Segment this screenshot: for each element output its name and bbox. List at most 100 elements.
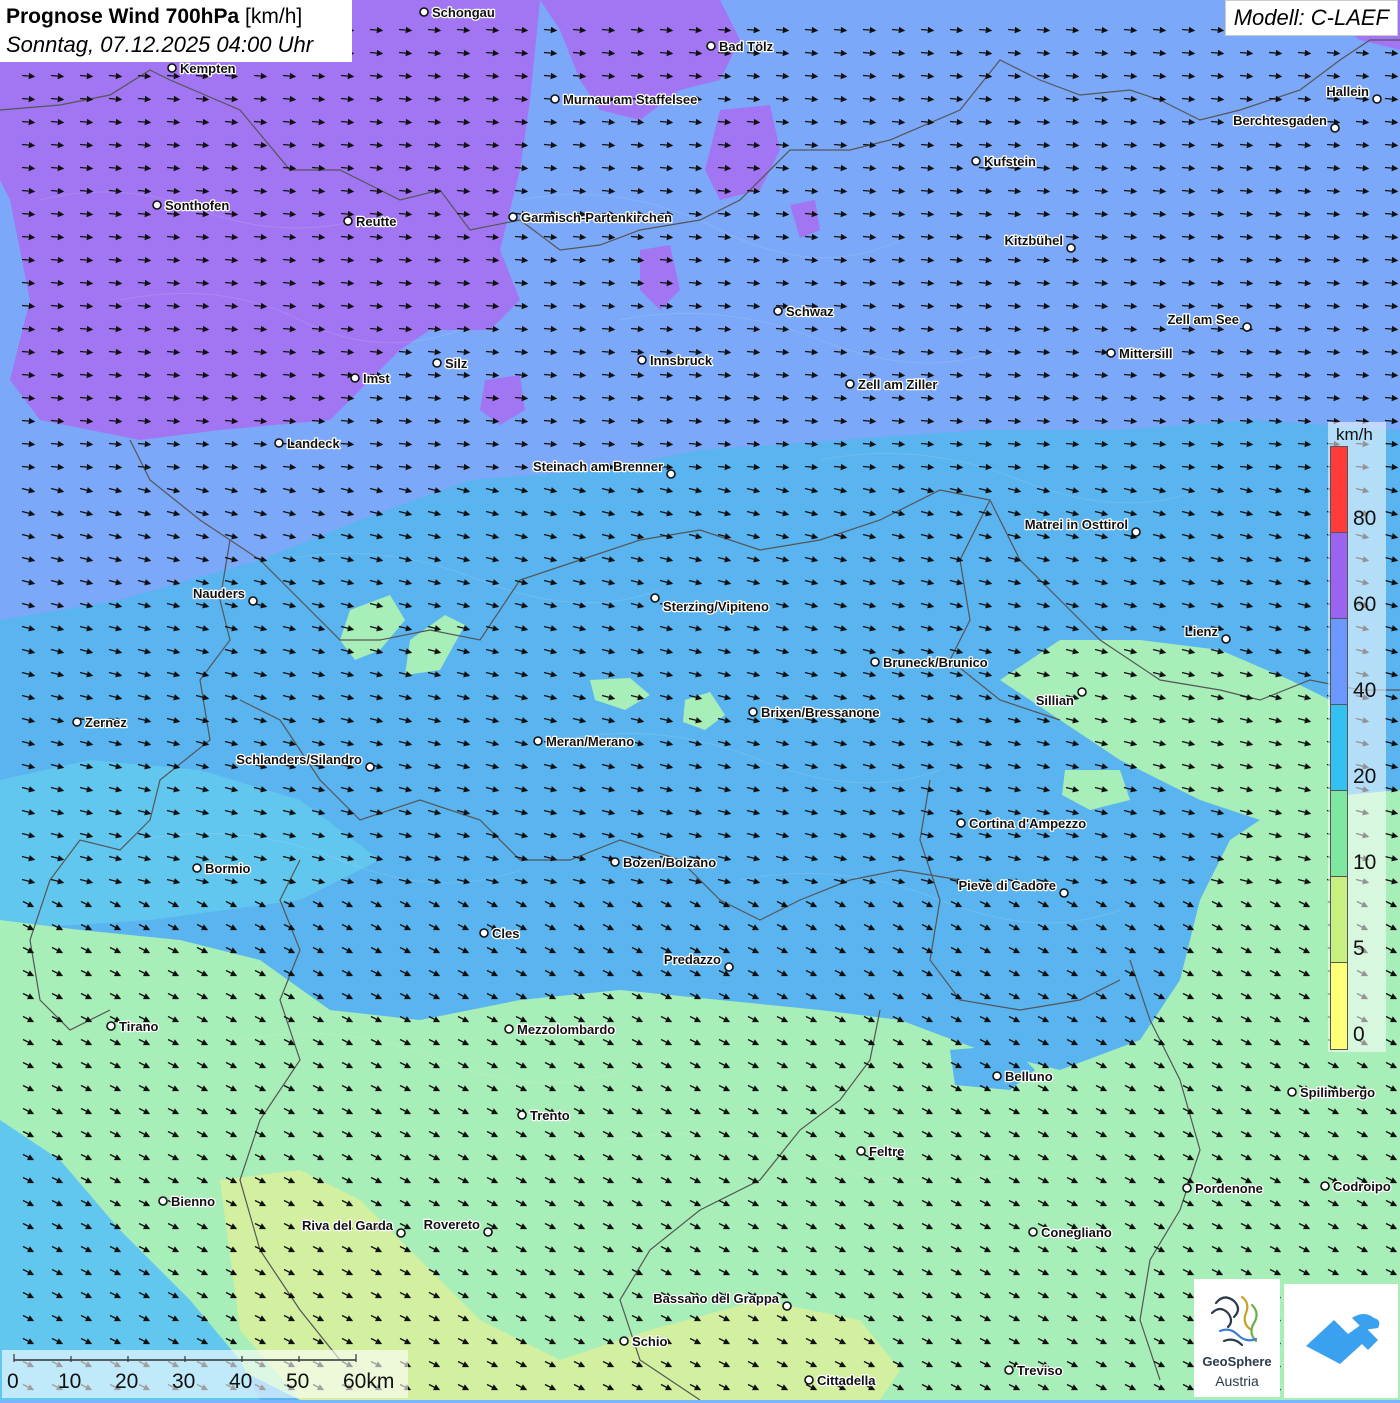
legend-swatch-yellow bbox=[1331, 963, 1347, 1049]
city-dot bbox=[1066, 243, 1076, 253]
city-marker: Spilimbergo bbox=[1287, 1084, 1376, 1101]
scale-bar-line bbox=[13, 1354, 357, 1362]
city-dot bbox=[845, 379, 855, 389]
city-marker: Zell am Ziller bbox=[845, 376, 939, 393]
city-label: Schlanders/Silandro bbox=[236, 752, 362, 767]
map-title-main: Prognose Wind 700hPa bbox=[6, 5, 240, 28]
city-label: Riva del Garda bbox=[302, 1218, 394, 1233]
city-dot bbox=[1372, 94, 1382, 104]
city-label: Belluno bbox=[1005, 1069, 1053, 1084]
city-label: Sterzing/Vipiteno bbox=[663, 599, 769, 614]
city-label: Tirano bbox=[119, 1019, 159, 1034]
city-marker: Schongau bbox=[419, 4, 496, 21]
city-label: Zell am See bbox=[1167, 312, 1239, 327]
city-dot bbox=[1059, 888, 1069, 898]
city-label: Matrei in Osttirol bbox=[1025, 517, 1128, 532]
forecast-time: Sonntag, 07.12.2025 04:00 Uhr bbox=[6, 32, 314, 57]
legend-unit: km/h bbox=[1336, 425, 1373, 444]
city-label: Lienz bbox=[1185, 624, 1219, 639]
city-label: Pieve di Cadore bbox=[958, 878, 1056, 893]
scale-bar: 0 10 20 30 40 50 60km bbox=[2, 1350, 408, 1398]
city-dot bbox=[1221, 634, 1231, 644]
city-label: Steinach am Brenner bbox=[533, 459, 663, 474]
city-dot bbox=[804, 1375, 814, 1385]
legend-swatch-yellowgreen bbox=[1331, 877, 1347, 963]
city-label: Treviso bbox=[1017, 1363, 1063, 1378]
legend-tick-0: 0 bbox=[1353, 1023, 1365, 1046]
city-dot bbox=[274, 438, 284, 448]
city-label: Cortina d'Ampezzo bbox=[969, 816, 1086, 831]
city-label: Codroipo bbox=[1333, 1179, 1391, 1194]
city-dot bbox=[870, 657, 880, 667]
city-dot bbox=[1131, 527, 1141, 537]
scale-label-50: 50 bbox=[286, 1370, 310, 1393]
city-label: Innsbruck bbox=[650, 353, 713, 368]
color-legend: km/h 80 60 40 20 10 5 0 bbox=[1328, 422, 1386, 1052]
city-marker: Meran/Merano bbox=[533, 733, 635, 750]
city-label: Zell am Ziller bbox=[858, 377, 937, 392]
map-title-unit: [km/h] bbox=[245, 5, 303, 28]
city-dot bbox=[856, 1146, 866, 1156]
city-dot bbox=[533, 736, 543, 746]
city-label: Berchtesgaden bbox=[1233, 113, 1327, 128]
city-label: Nauders bbox=[193, 586, 245, 601]
wind-forecast-map: Schongau Bad Tölz Kempten Murnau am Staffel… bbox=[0, 0, 1400, 1400]
city-dot bbox=[637, 355, 647, 365]
city-dot bbox=[971, 156, 981, 166]
city-label: Sonthofen bbox=[165, 198, 229, 213]
city-label: Imst bbox=[363, 371, 390, 386]
city-dot bbox=[396, 1228, 406, 1238]
geosphere-logo: GeoSphere Austria bbox=[1194, 1279, 1280, 1397]
city-dot bbox=[106, 1021, 116, 1031]
city-label: Mittersill bbox=[1119, 346, 1172, 361]
city-dot bbox=[666, 469, 676, 479]
city-label: Bassano del Grappa bbox=[653, 1291, 779, 1306]
scale-label-20: 20 bbox=[115, 1370, 139, 1393]
city-dot bbox=[773, 306, 783, 316]
city-label: Bormio bbox=[205, 861, 251, 876]
legend-tick-20: 20 bbox=[1353, 765, 1377, 788]
city-label: Reutte bbox=[356, 214, 396, 229]
city-dot bbox=[992, 1071, 1002, 1081]
city-label: Schongau bbox=[432, 5, 495, 20]
city-dot bbox=[1106, 348, 1116, 358]
city-label: Kempten bbox=[180, 61, 236, 76]
city-dot bbox=[508, 212, 518, 222]
map-title: Prognose Wind 700hPa [km/h] bbox=[6, 3, 346, 31]
city-label: Trento bbox=[530, 1108, 570, 1123]
title-panel: Prognose Wind 700hPa [km/h] Sonntag, 07.… bbox=[0, 0, 352, 62]
city-dot bbox=[1077, 687, 1087, 697]
city-label: Bruneck/Brunico bbox=[883, 655, 988, 670]
city-dot bbox=[782, 1301, 792, 1311]
city-label: Rovereto bbox=[424, 1217, 480, 1232]
city-dot bbox=[419, 7, 429, 17]
city-dot bbox=[483, 1227, 493, 1237]
city-dot bbox=[479, 928, 489, 938]
city-dot bbox=[1287, 1087, 1297, 1097]
legend-color-bar bbox=[1330, 446, 1348, 1050]
city-dot bbox=[956, 818, 966, 828]
city-marker: Sonthofen bbox=[152, 197, 231, 214]
scale-label-10: 10 bbox=[58, 1370, 82, 1393]
model-label: Modell: C-LAEF bbox=[1224, 0, 1398, 36]
city-label: Silz bbox=[445, 356, 468, 371]
city-label: Kufstein bbox=[984, 154, 1036, 169]
city-label: Schio bbox=[632, 1334, 667, 1349]
scale-label-0: 0 bbox=[7, 1370, 19, 1393]
city-dot bbox=[504, 1024, 514, 1034]
city-dot bbox=[432, 358, 442, 368]
legend-swatch-cyan bbox=[1331, 705, 1347, 791]
city-marker: Mezzolombardo bbox=[504, 1021, 617, 1038]
city-label: Bad Tölz bbox=[719, 39, 774, 54]
legend-swatch-green bbox=[1331, 791, 1347, 877]
city-dot bbox=[365, 762, 375, 772]
city-marker: Garmisch-Partenkirchen bbox=[508, 209, 673, 226]
city-label: Bozen/Bolzano bbox=[623, 855, 716, 870]
city-label: Kitzbühel bbox=[1005, 233, 1064, 248]
city-label: Pordenone bbox=[1195, 1181, 1263, 1196]
city-label: Bienno bbox=[171, 1194, 215, 1209]
city-marker: Murnau am Staffelsee bbox=[550, 91, 699, 108]
legend-swatch-purple bbox=[1331, 533, 1347, 619]
city-label: Cles bbox=[492, 926, 519, 941]
city-dot bbox=[152, 200, 162, 210]
